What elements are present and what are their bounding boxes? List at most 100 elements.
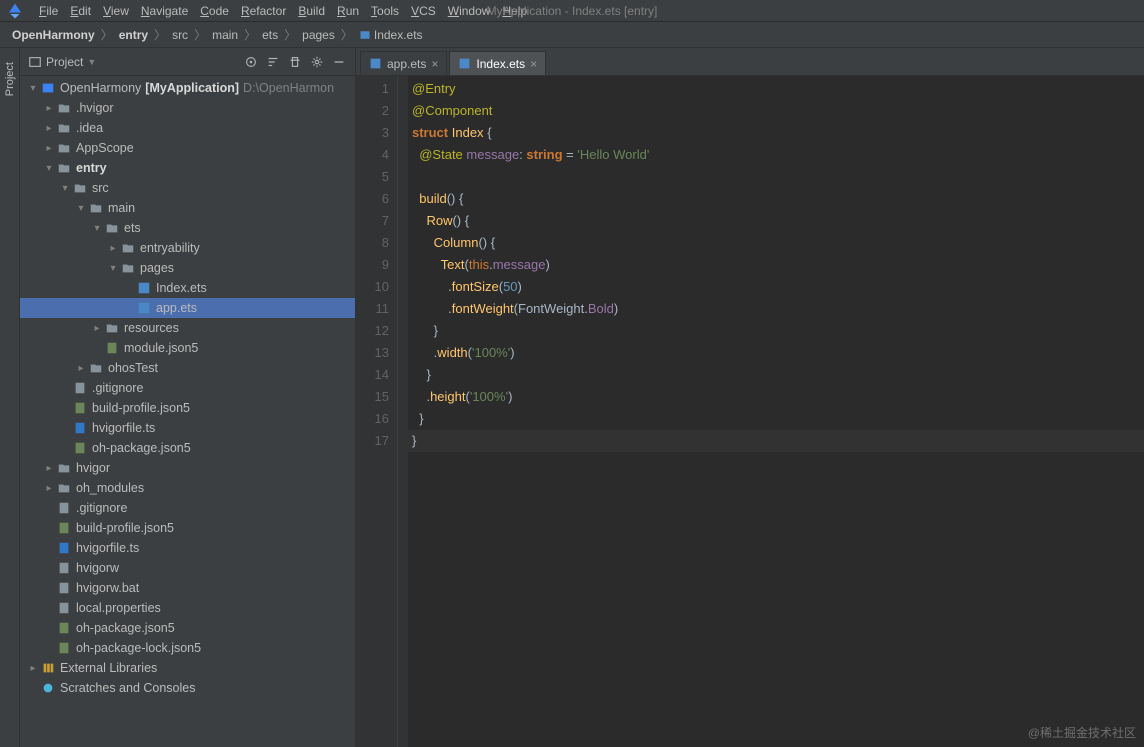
menu-refactor[interactable]: Refactor bbox=[235, 2, 292, 20]
tree-item-build-profile-json5[interactable]: build-profile.json5 bbox=[20, 398, 355, 418]
tree-item-pages[interactable]: ▾pages bbox=[20, 258, 355, 278]
tree-label: Scratches and Consoles bbox=[60, 681, 196, 695]
tree-item-hvigorfile-ts[interactable]: hvigorfile.ts bbox=[20, 418, 355, 438]
project-tree[interactable]: ▾OpenHarmony[MyApplication]D:\OpenHarmon… bbox=[20, 76, 355, 747]
tree-arrow-icon[interactable]: ▸ bbox=[74, 363, 88, 374]
tree-item-openharmony[interactable]: ▾OpenHarmony[MyApplication]D:\OpenHarmon bbox=[20, 78, 355, 98]
minimize-icon[interactable] bbox=[331, 54, 347, 70]
tree-item-hvigorw-bat[interactable]: hvigorw.bat bbox=[20, 578, 355, 598]
breadcrumb-item[interactable]: pages bbox=[300, 26, 337, 44]
sort-icon[interactable] bbox=[265, 54, 281, 70]
tree-item-hvigorw[interactable]: hvigorw bbox=[20, 558, 355, 578]
code-line-1[interactable]: @Entry bbox=[408, 78, 1144, 100]
code-line-8[interactable]: Column() { bbox=[408, 232, 1144, 254]
code-content[interactable]: @Entry@Componentstruct Index { @State me… bbox=[408, 76, 1144, 747]
tree-label: build-profile.json5 bbox=[76, 521, 174, 535]
breadcrumb-item[interactable]: ets bbox=[260, 26, 280, 44]
tree-arrow-icon[interactable]: ▾ bbox=[90, 223, 104, 234]
editor-tab-app-ets[interactable]: app.ets× bbox=[360, 51, 447, 75]
json-icon bbox=[56, 621, 72, 635]
menu-vcs[interactable]: VCS bbox=[405, 2, 442, 20]
tree-item-oh-modules[interactable]: ▸oh_modules bbox=[20, 478, 355, 498]
tree-item--idea[interactable]: ▸.idea bbox=[20, 118, 355, 138]
tree-label: oh-package.json5 bbox=[92, 441, 191, 455]
code-line-4[interactable]: @State message: string = 'Hello World' bbox=[408, 144, 1144, 166]
tree-item-entry[interactable]: ▾entry bbox=[20, 158, 355, 178]
code-line-12[interactable]: } bbox=[408, 320, 1144, 342]
project-view-selector[interactable]: Project ▼ bbox=[28, 55, 96, 69]
proj-icon bbox=[40, 81, 56, 95]
code-editor[interactable]: 1234567891011121314151617 @Entry@Compone… bbox=[356, 76, 1144, 747]
tree-item-external-libraries[interactable]: ▸External Libraries bbox=[20, 658, 355, 678]
code-line-7[interactable]: Row() { bbox=[408, 210, 1144, 232]
code-line-3[interactable]: struct Index { bbox=[408, 122, 1144, 144]
tree-arrow-icon[interactable]: ▸ bbox=[106, 243, 120, 254]
menu-view[interactable]: View bbox=[97, 2, 135, 20]
tree-arrow-icon[interactable]: ▸ bbox=[42, 483, 56, 494]
menu-run[interactable]: Run bbox=[331, 2, 365, 20]
tree-item-index-ets[interactable]: Index.ets bbox=[20, 278, 355, 298]
tree-arrow-icon[interactable]: ▾ bbox=[106, 263, 120, 274]
menu-edit[interactable]: Edit bbox=[64, 2, 97, 20]
code-line-9[interactable]: Text(this.message) bbox=[408, 254, 1144, 276]
code-line-17[interactable]: } bbox=[408, 430, 1144, 452]
tree-item-src[interactable]: ▾src bbox=[20, 178, 355, 198]
project-tool-tab[interactable]: Project bbox=[4, 58, 16, 100]
breadcrumb-item[interactable]: OpenHarmony bbox=[10, 26, 97, 44]
tree-item--gitignore[interactable]: .gitignore bbox=[20, 498, 355, 518]
tree-item-build-profile-json5[interactable]: build-profile.json5 bbox=[20, 518, 355, 538]
menu-tools[interactable]: Tools bbox=[365, 2, 405, 20]
tree-item-oh-package-json5[interactable]: oh-package.json5 bbox=[20, 618, 355, 638]
tree-item--gitignore[interactable]: .gitignore bbox=[20, 378, 355, 398]
code-line-10[interactable]: .fontSize(50) bbox=[408, 276, 1144, 298]
tree-item-module-json5[interactable]: module.json5 bbox=[20, 338, 355, 358]
tree-item-entryability[interactable]: ▸entryability bbox=[20, 238, 355, 258]
close-icon[interactable]: × bbox=[530, 57, 537, 71]
select-opened-file-icon[interactable] bbox=[243, 54, 259, 70]
tree-item-ohostest[interactable]: ▸ohosTest bbox=[20, 358, 355, 378]
breadcrumb-item[interactable]: src bbox=[170, 26, 190, 44]
menu-navigate[interactable]: Navigate bbox=[135, 2, 194, 20]
tree-item--hvigor[interactable]: ▸.hvigor bbox=[20, 98, 355, 118]
breadcrumb-item[interactable]: entry bbox=[117, 26, 150, 44]
code-line-13[interactable]: .width('100%') bbox=[408, 342, 1144, 364]
breadcrumb-item[interactable]: Index.ets bbox=[357, 26, 425, 44]
tree-item-scratches-and-consoles[interactable]: Scratches and Consoles bbox=[20, 678, 355, 698]
tree-arrow-icon[interactable]: ▸ bbox=[42, 463, 56, 474]
menu-code[interactable]: Code bbox=[194, 2, 235, 20]
tree-item-appscope[interactable]: ▸AppScope bbox=[20, 138, 355, 158]
tree-item-oh-package-lock-json5[interactable]: oh-package-lock.json5 bbox=[20, 638, 355, 658]
menu-file[interactable]: File bbox=[33, 2, 64, 20]
tree-arrow-icon[interactable]: ▸ bbox=[42, 143, 56, 154]
code-line-15[interactable]: .height('100%') bbox=[408, 386, 1144, 408]
tree-arrow-icon[interactable]: ▸ bbox=[42, 103, 56, 114]
tree-item-local-properties[interactable]: local.properties bbox=[20, 598, 355, 618]
tree-arrow-icon[interactable]: ▸ bbox=[26, 663, 40, 674]
code-line-5[interactable] bbox=[408, 166, 1144, 188]
tree-arrow-icon[interactable]: ▾ bbox=[26, 83, 40, 94]
menu-build[interactable]: Build bbox=[292, 2, 331, 20]
tree-item-ets[interactable]: ▾ets bbox=[20, 218, 355, 238]
breadcrumb-item[interactable]: main bbox=[210, 26, 240, 44]
close-icon[interactable]: × bbox=[431, 57, 438, 71]
tree-item-resources[interactable]: ▸ resources bbox=[20, 318, 355, 338]
code-line-6[interactable]: build() { bbox=[408, 188, 1144, 210]
code-line-14[interactable]: } bbox=[408, 364, 1144, 386]
code-line-16[interactable]: } bbox=[408, 408, 1144, 430]
code-line-11[interactable]: .fontWeight(FontWeight.Bold) bbox=[408, 298, 1144, 320]
tree-item-app-ets[interactable]: app.ets bbox=[20, 298, 355, 318]
tree-arrow-icon[interactable]: ▸ bbox=[42, 123, 56, 134]
tree-item-main[interactable]: ▾main bbox=[20, 198, 355, 218]
tree-item-oh-package-json5[interactable]: oh-package.json5 bbox=[20, 438, 355, 458]
tree-arrow-icon[interactable]: ▸ bbox=[90, 323, 104, 334]
gear-icon[interactable] bbox=[309, 54, 325, 70]
code-line-2[interactable]: @Component bbox=[408, 100, 1144, 122]
tree-item-hvigor[interactable]: ▸hvigor bbox=[20, 458, 355, 478]
tree-item-hvigorfile-ts[interactable]: hvigorfile.ts bbox=[20, 538, 355, 558]
tree-arrow-icon[interactable]: ▾ bbox=[58, 183, 72, 194]
tree-arrow-icon[interactable]: ▾ bbox=[74, 203, 88, 214]
tree-label: resources bbox=[124, 321, 179, 335]
tree-arrow-icon[interactable]: ▾ bbox=[42, 163, 56, 174]
expand-all-icon[interactable] bbox=[287, 54, 303, 70]
editor-tab-Index-ets[interactable]: Index.ets× bbox=[449, 51, 546, 75]
